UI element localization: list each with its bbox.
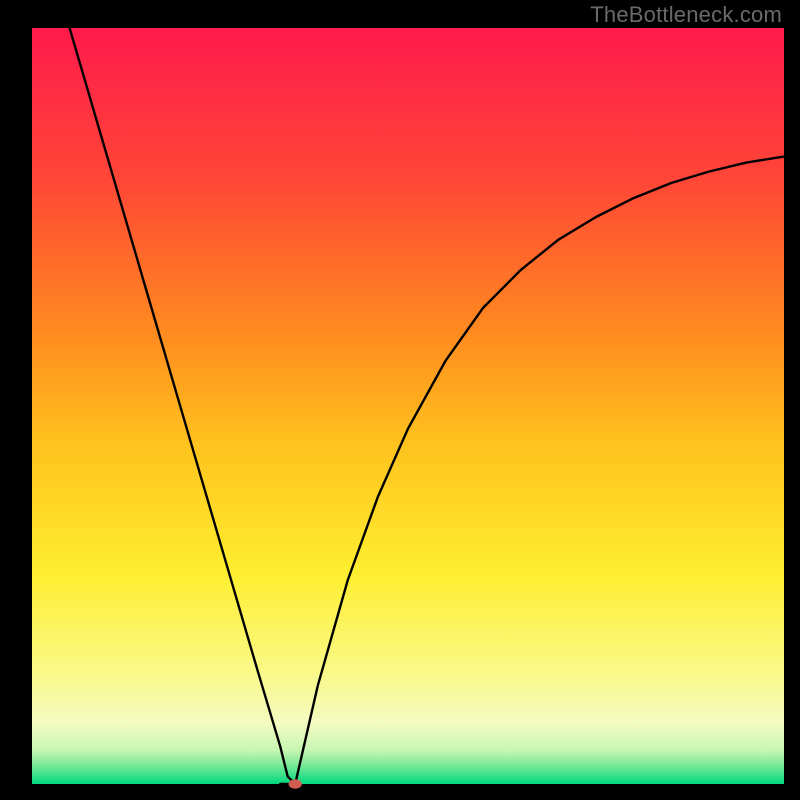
plot-background [32,28,784,784]
watermark-text: TheBottleneck.com [590,2,782,28]
optimal-point-marker [289,779,302,789]
chart-canvas [0,0,800,800]
chart-root: TheBottleneck.com [0,0,800,800]
